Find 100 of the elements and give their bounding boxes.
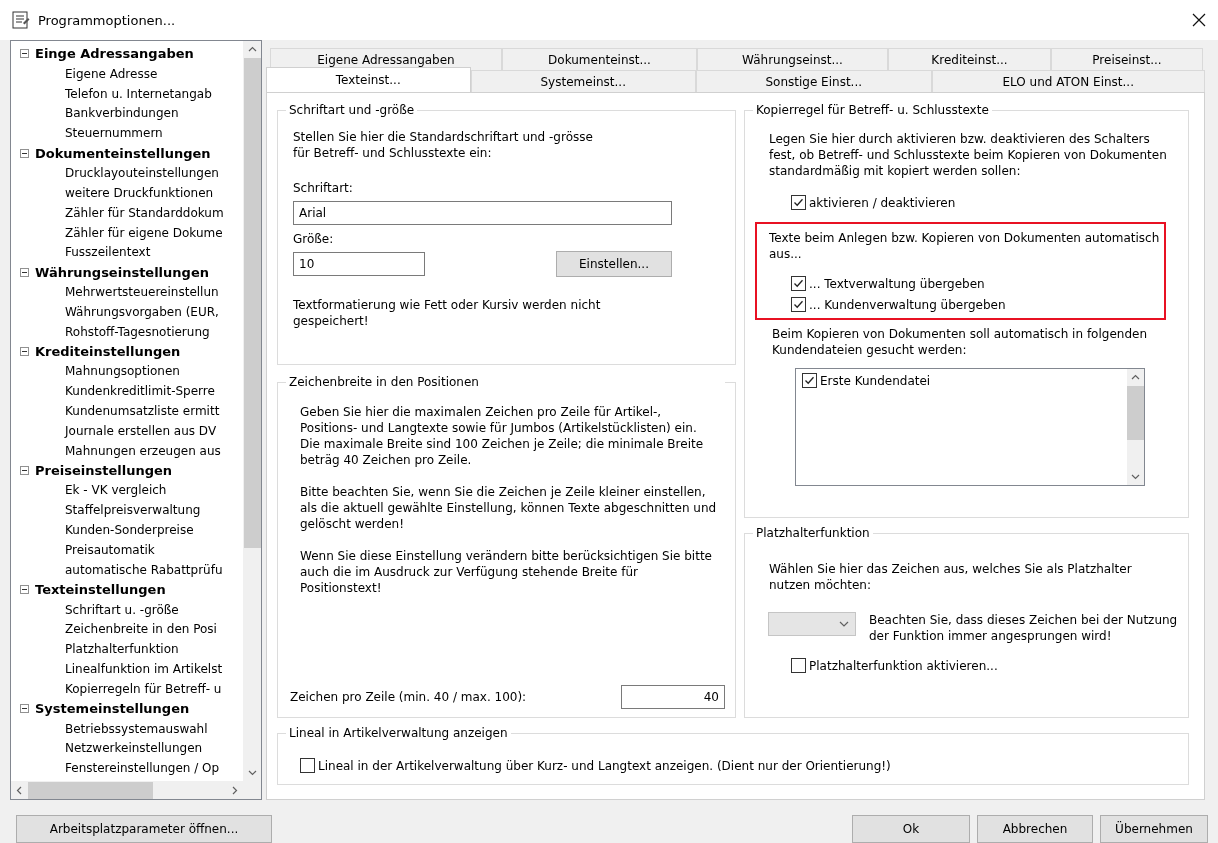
tree-item[interactable]: Systemeinstellungen	[35, 701, 190, 717]
tree-item[interactable]: Drucklayouteinstellungen	[65, 166, 219, 180]
tree-item[interactable]: Bankverbindungen	[65, 106, 179, 121]
tree-item[interactable]: weitere Druckfunktionen	[65, 185, 214, 200]
tree-item[interactable]: Journale erstellen aus DV	[65, 423, 217, 438]
checkbox-label: Erste Kundendatei	[820, 373, 931, 388]
tree-item[interactable]: Rohstoff-Tagesnotierung	[65, 324, 210, 339]
scrollbar-thumb[interactable]	[28, 781, 153, 799]
dialog-button[interactable]: Abbrechen	[977, 815, 1093, 843]
chevron-down-icon	[839, 621, 849, 627]
tree-item[interactable]: Ek - VK vergleich	[65, 483, 167, 498]
collapse-icon[interactable]	[20, 49, 29, 59]
description-text: Legen Sie hier durch aktivieren bzw. deaktivieren des Schalters fest, ob Betreff- und Schlusstexte beim Kopieren von Dokumenten standardmäßig mit kopiert werden sollen:	[769, 131, 1168, 179]
tree-item[interactable]: Dokumenteinstellungen	[35, 145, 211, 161]
tree-item[interactable]: Steuernummern	[65, 126, 163, 141]
vertical-scrollbar[interactable]	[1127, 369, 1144, 485]
field-label: Zeichen pro Zeile (min. 40 / max. 100):	[290, 690, 527, 704]
tree-item[interactable]: Zähler für Standarddokum	[65, 205, 224, 220]
tree-item[interactable]: Einge Adressangaben	[35, 46, 194, 62]
description-text: Beim Kopieren von Dokumenten soll automatisch in folgenden Kundendateien gesucht werden:	[772, 326, 1148, 358]
tree-item[interactable]: Telefon u. Internetangab	[65, 86, 212, 101]
checkbox[interactable]	[300, 758, 315, 773]
tab[interactable]: Sonstige Einst...	[696, 70, 932, 92]
tab[interactable]: Eigene Adressangaben	[270, 48, 502, 70]
tree-item[interactable]: Netzwerkeinstellungen	[65, 741, 203, 756]
tree-item[interactable]: Betriebssystemauswahl	[65, 721, 208, 736]
tree-item[interactable]: Platzhalterfunktion	[65, 642, 179, 657]
dialog-button[interactable]: Ok	[852, 815, 970, 843]
note-text: Beachten Sie, dass dieses Zeichen bei der Nutzung der Funktion immer angesprungen wird!	[869, 612, 1178, 644]
collapse-icon[interactable]	[20, 466, 29, 476]
group-title: Schriftart und -größe	[286, 103, 418, 118]
tab[interactable]: Krediteinst...	[888, 48, 1051, 70]
checkbox[interactable]	[791, 297, 806, 312]
dialog-button[interactable]: Übernehmen	[1100, 815, 1208, 843]
tree-item[interactable]: Mahnungsoptionen	[65, 364, 180, 379]
collapse-icon[interactable]	[20, 148, 29, 158]
input-field[interactable]: 40	[621, 685, 725, 709]
tree-item[interactable]: Kundenumsatzliste ermitt	[65, 404, 220, 419]
description-text: Bitte beachten Sie, wenn Sie die Zeichen je Zeile kleiner einstellen, als die aktuell gewählte Einstellung, können Texte abgeschnitten und gelöscht werden!	[300, 484, 718, 532]
checkbox[interactable]	[802, 373, 817, 388]
tree-item[interactable]: Währungsvorgaben (EUR,	[65, 304, 219, 319]
scrollbar-thumb[interactable]	[1127, 386, 1144, 440]
tree-item[interactable]: Kopierregeln für Betreff- u	[65, 681, 222, 696]
tree-item[interactable]: Kundenkreditlimit-Sperre	[65, 384, 215, 399]
tree-item[interactable]: Krediteinstellungen	[35, 344, 181, 360]
tree-item[interactable]: Fusszeilentext	[65, 245, 151, 260]
scrollbar-thumb[interactable]	[243, 58, 261, 548]
checkbox-label: Platzhalterfunktion aktivieren...	[809, 658, 998, 673]
tree-item[interactable]: Zeichenbreite in den Posi	[65, 622, 217, 637]
tree-item[interactable]: Texteinstellungen	[35, 582, 166, 598]
tab[interactable]: ELO und ATON Einst...	[931, 70, 1205, 92]
description-text: Stellen Sie hier die Standardschriftart und -grösse für Betreff- und Schlusstexte ein:	[293, 129, 594, 161]
tab[interactable]: Preiseinst...	[1051, 48, 1203, 70]
checkbox-label: ... Textverwaltung übergeben	[809, 276, 985, 291]
tree-item[interactable]: Schriftart u. -größe	[65, 602, 179, 617]
app-icon	[12, 11, 30, 29]
collapse-icon[interactable]	[20, 347, 29, 357]
tree-item[interactable]: Mehrwertsteuereinstellun	[65, 285, 219, 300]
tree-view[interactable]	[10, 40, 262, 800]
tab[interactable]: Dokumenteinst...	[502, 48, 697, 70]
horizontal-scrollbar[interactable]	[11, 781, 243, 799]
tree-item[interactable]: Fenstereinstellungen / Op	[65, 761, 220, 776]
window-title: Programmoptionen...	[38, 12, 176, 28]
vertical-scrollbar[interactable]	[243, 41, 261, 781]
tree-item[interactable]: Kunden-Sonderpreise	[65, 523, 194, 538]
checkbox-list[interactable]: Erste Kundendatei	[795, 368, 1145, 486]
group-title: Kopierregel für Betreff- u. Schlusstexte	[753, 103, 992, 118]
checkbox[interactable]	[791, 276, 806, 291]
settings-button[interactable]: Einstellen...	[556, 251, 672, 277]
tree-item[interactable]: Währungseinstellungen	[35, 264, 209, 280]
collapse-icon[interactable]	[20, 704, 29, 714]
input-field[interactable]: Arial	[293, 201, 672, 225]
description-text: Wählen Sie hier das Zeichen aus, welches Sie als Platzhalter nutzen möchten:	[769, 561, 1133, 593]
tab[interactable]: Währungseinst...	[697, 48, 888, 70]
collapse-icon[interactable]	[20, 267, 29, 277]
field-label: Größe:	[293, 232, 335, 246]
close-icon[interactable]	[1192, 13, 1206, 27]
group-title: Lineal in Artikelverwaltung anzeigen	[286, 726, 511, 741]
tree-item[interactable]: automatische Rabattprüfu	[65, 562, 223, 577]
checkbox[interactable]	[791, 658, 806, 673]
tab[interactable]: Systemeinst...	[470, 70, 696, 92]
note-text: Textformatierung wie Fett oder Kursiv werden nicht gespeichert!	[293, 297, 602, 329]
description-text: Geben Sie hier die maximalen Zeichen pro Zeile für Artikel-, Positions- und Langtexte sowie für Jumbos (Artikelstücklisten) ein. Die maximale Breite sind 100 Zeichen je Zeile; die minimale Breite beträg 40 Zeichen pro Zeile.	[300, 404, 705, 468]
tree-item[interactable]: Staffelpreisverwaltung	[65, 503, 201, 518]
description-text: Texte beim Anlegen bzw. Kopieren von Dokumenten automatisch aus...	[769, 230, 1161, 262]
checkbox[interactable]	[791, 195, 806, 210]
checkbox-label: ... Kundenverwaltung übergeben	[809, 297, 1006, 312]
collapse-icon[interactable]	[20, 585, 29, 595]
input-field[interactable]: 10	[293, 252, 425, 276]
tree-item[interactable]: Preisautomatik	[65, 543, 155, 557]
tree-item[interactable]: Preiseinstellungen	[35, 463, 173, 479]
workstation-button[interactable]: Arbeitsplatzparameter öffnen...	[16, 815, 272, 843]
description-text: Wenn Sie diese Einstellung verändern bitte berücksichtigen Sie bitte auch die im Ausdruck zur Verfügung stehende Breite für Positionstext!	[300, 548, 713, 596]
tree-item[interactable]: Eigene Adresse	[65, 66, 158, 81]
tree-item[interactable]: Linealfunktion im Artikelst	[65, 662, 223, 677]
field-label: Schriftart:	[293, 181, 354, 195]
tree-item[interactable]: Mahnungen erzeugen aus	[65, 443, 221, 458]
checkbox-label: aktivieren / deaktivieren	[809, 195, 956, 210]
tree-item[interactable]: Zähler für eigene Dokume	[65, 225, 223, 240]
tab[interactable]: Texteinst...	[266, 67, 471, 92]
